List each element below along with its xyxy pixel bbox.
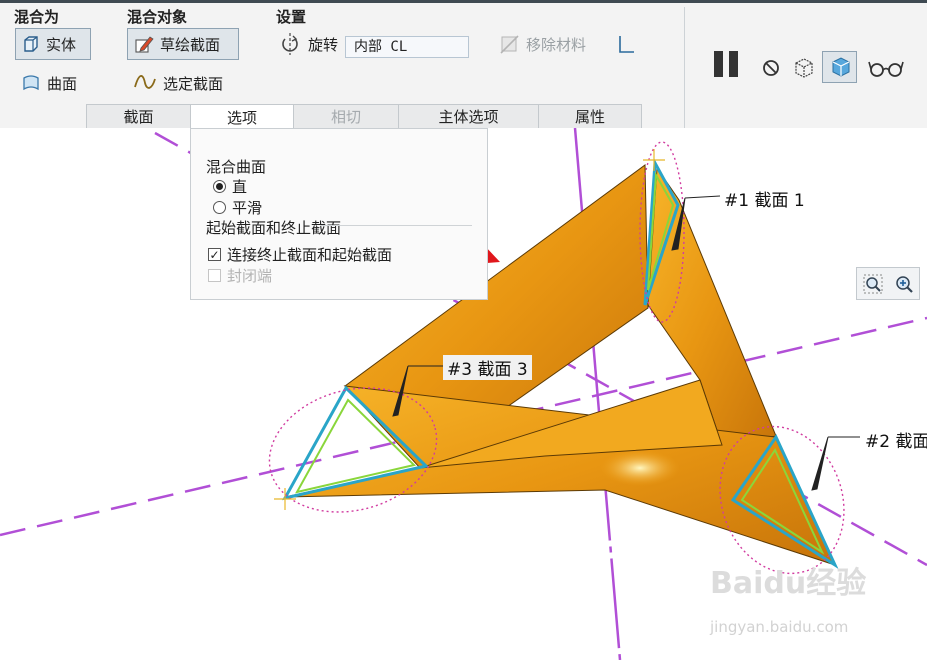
thicken-icon — [616, 33, 638, 55]
rotate-button[interactable]: 旋转 — [272, 28, 344, 60]
closed-ends-checkbox[interactable]: 封闭端 — [208, 265, 272, 286]
solid-cube-icon — [22, 35, 40, 53]
zoom-fit-icon[interactable] — [863, 274, 883, 294]
surface-icon — [21, 74, 41, 92]
zoom-in-icon[interactable] — [894, 274, 914, 294]
view-zoom-toolbar — [856, 267, 920, 300]
ribbon-separator — [684, 7, 685, 129]
dashboard-tabs: 截面 选项 相切 主体选项 属性 — [86, 104, 642, 130]
section-1-label: #1 截面 1 — [724, 191, 805, 211]
connect-checkbox[interactable]: ✓ 连接终止截面和起始截面 — [208, 244, 392, 265]
preview-wireframe-button[interactable] — [786, 52, 822, 84]
remove-material-button[interactable]: 移除材料 — [492, 28, 592, 60]
group-divider — [320, 225, 472, 226]
thicken-button[interactable] — [610, 28, 644, 60]
watermark-logo: Baidu经验 — [710, 566, 867, 601]
no-preview-icon — [761, 58, 781, 78]
watermark-url: jingyan.baidu.com — [710, 618, 849, 636]
smooth-label: 平滑 — [232, 199, 263, 217]
solid-preview-icon — [829, 56, 853, 78]
verify-mode-button[interactable] — [862, 52, 910, 84]
connect-checkbox-box[interactable]: ✓ — [208, 248, 221, 261]
closed-ends-label: 封闭端 — [227, 267, 273, 285]
selected-sections-button[interactable]: 选定截面 — [127, 67, 229, 99]
wireframe-icon — [792, 57, 816, 79]
rotate-axis-field[interactable]: 内部 CL — [345, 36, 469, 58]
straight-radio-indicator[interactable] — [213, 180, 226, 193]
section-3-label: #3 截面 3 — [443, 355, 532, 380]
tab-tangency[interactable]: 相切 — [293, 104, 399, 128]
remove-material-icon — [498, 33, 520, 55]
connect-label: 连接终止截面和起始截面 — [227, 246, 393, 264]
tab-body-options[interactable]: 主体选项 — [398, 104, 539, 128]
settings-title: 设置 — [276, 8, 307, 26]
glasses-icon — [868, 57, 904, 79]
pause-button[interactable] — [705, 48, 749, 80]
pause-icon — [711, 49, 743, 79]
sketch-sections-label: 草绘截面 — [160, 35, 221, 54]
blend-with-title: 混合对象 — [127, 8, 188, 26]
blend-surface-title-text: 混合曲面 — [206, 158, 267, 176]
blend-as-title: 混合为 — [14, 8, 60, 26]
straight-radio[interactable]: 直 — [213, 176, 247, 197]
smooth-radio[interactable]: 平滑 — [213, 197, 262, 218]
preview-solid-button[interactable] — [822, 51, 857, 83]
remove-material-label: 移除材料 — [526, 35, 587, 54]
section-2-label: #2 截面 — [865, 432, 927, 452]
tab-sections[interactable]: 截面 — [86, 104, 191, 128]
surface-label: 曲面 — [47, 74, 78, 93]
sketch-pencil-icon — [134, 34, 154, 54]
tab-properties[interactable]: 属性 — [538, 104, 642, 128]
rotate-axis-icon — [278, 32, 302, 56]
no-preview-button[interactable] — [755, 52, 787, 84]
blend-surface-title: 混合曲面 — [206, 156, 266, 177]
selected-sections-label: 选定截面 — [163, 74, 224, 93]
surface-button[interactable]: 曲面 — [15, 67, 83, 99]
rotate-label: 旋转 — [308, 35, 339, 54]
sketch-sections-button[interactable]: 草绘截面 — [127, 28, 239, 60]
straight-label: 直 — [232, 178, 248, 196]
solid-button[interactable]: 实体 — [15, 28, 91, 60]
tab-options[interactable]: 选项 — [190, 104, 294, 130]
surface-highlight — [600, 450, 680, 486]
start-end-title-text: 起始截面和终止截面 — [206, 219, 342, 237]
closed-ends-checkbox-box[interactable] — [208, 269, 221, 282]
smooth-radio-indicator[interactable] — [213, 201, 226, 214]
solid-label: 实体 — [46, 35, 77, 54]
curve-icon — [133, 75, 157, 91]
start-end-title: 起始截面和终止截面 — [206, 217, 341, 238]
